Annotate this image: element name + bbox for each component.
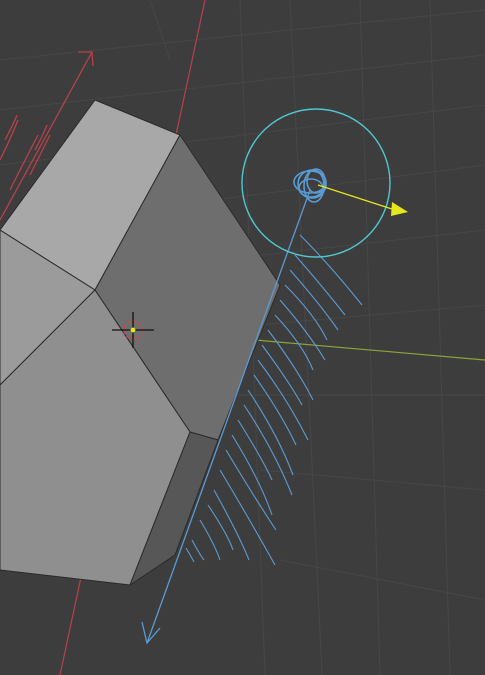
3d-viewport[interactable] — [0, 0, 485, 675]
light-direction-arrow-icon[interactable] — [317, 184, 408, 216]
area-light-icon[interactable] — [241, 108, 391, 258]
mesh-object[interactable] — [0, 99, 281, 587]
